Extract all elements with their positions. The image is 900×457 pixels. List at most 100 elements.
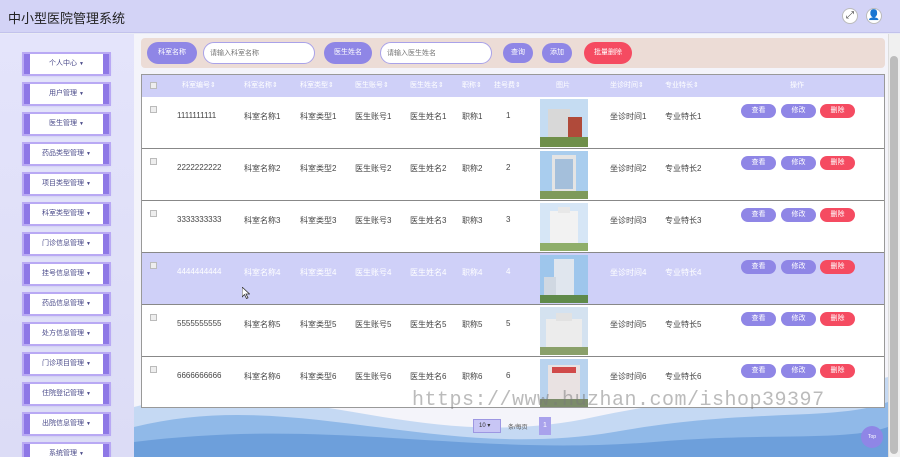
app-title: 中小型医院管理系统 <box>8 11 126 26</box>
user-icon[interactable]: 👤 <box>866 8 882 24</box>
cell-dept-id: 6666666666 <box>177 371 222 380</box>
view-button[interactable]: 查看 <box>741 312 776 326</box>
sidebar-item-prescription-management[interactable]: 处方信息管理 ▼ <box>24 324 109 344</box>
chevron-down-icon: ▼ <box>86 181 91 187</box>
add-button[interactable]: 添加 <box>542 43 572 63</box>
page-size-select[interactable]: 10 ▾ <box>473 419 501 433</box>
column-header[interactable]: 科室名称⇕ <box>244 75 278 97</box>
column-header[interactable]: 专业特长⇕ <box>665 75 699 97</box>
hospital-photo[interactable] <box>540 151 588 199</box>
column-header[interactable]: 科室类型⇕ <box>300 75 334 97</box>
row-checkbox[interactable] <box>150 262 157 269</box>
cell-doctor-account: 医生账号2 <box>355 164 392 173</box>
doctor-name-input[interactable] <box>380 42 492 64</box>
sidebar-item-dept-type-management[interactable]: 科室类型管理 ▼ <box>24 204 109 224</box>
per-page-label: 条/每页 <box>508 425 528 431</box>
table-row[interactable]: 2222222222 科室名称2 科室类型2 医生账号2 医生姓名2 职称2 2… <box>142 149 884 201</box>
view-button[interactable]: 查看 <box>741 260 776 274</box>
cell-time: 坐诊时间6 <box>610 372 647 381</box>
fullscreen-icon[interactable]: ⤢ <box>842 8 858 24</box>
current-page-button[interactable]: 1 <box>539 417 551 435</box>
row-checkbox[interactable] <box>150 106 157 113</box>
dept-name-input[interactable] <box>203 42 315 64</box>
edit-button[interactable]: 修改 <box>781 104 816 118</box>
table-row[interactable]: 5555555555 科室名称5 科室类型5 医生账号5 医生姓名5 职称5 5… <box>142 305 884 357</box>
cell-specialty: 专业特长4 <box>665 268 702 277</box>
cell-time: 坐诊时间5 <box>610 320 647 329</box>
sidebar: 个人中心 ▼ 用户管理 ▼ 医生管理 ▼ 药品类型管理 ▼ 项目类型管理 ▼ 科室类型管理… <box>0 34 134 457</box>
row-checkbox[interactable] <box>150 158 157 165</box>
cell-doctor-name: 医生姓名1 <box>410 112 447 121</box>
row-checkbox[interactable] <box>150 366 157 373</box>
view-button[interactable]: 查看 <box>741 156 776 170</box>
cell-doctor-name: 医生姓名2 <box>410 164 447 173</box>
sidebar-item-user-management[interactable]: 用户管理 ▼ <box>24 84 109 104</box>
edit-button[interactable]: 修改 <box>781 260 816 274</box>
edit-button[interactable]: 修改 <box>781 208 816 222</box>
row-checkbox[interactable] <box>150 314 157 321</box>
sidebar-item-drug-type-management[interactable]: 药品类型管理 ▼ <box>24 144 109 164</box>
delete-button[interactable]: 删除 <box>820 364 855 378</box>
delete-button[interactable]: 删除 <box>820 260 855 274</box>
sidebar-item-registration-management[interactable]: 挂号信息管理 ▼ <box>24 264 109 284</box>
column-header[interactable]: 科室编号⇕ <box>182 75 216 97</box>
table-row[interactable]: 4444444444 科室名称4 科室类型4 医生账号4 医生姓名4 职称4 4… <box>142 253 884 305</box>
delete-button[interactable]: 删除 <box>820 104 855 118</box>
cell-doctor-account: 医生账号6 <box>355 372 392 381</box>
chevron-down-icon: ▼ <box>86 151 91 157</box>
column-header: 操作 <box>790 82 804 89</box>
scrollbar-thumb[interactable] <box>890 56 898 454</box>
chevron-down-icon: ▼ <box>86 271 91 277</box>
column-header[interactable]: 医生姓名⇕ <box>410 75 444 97</box>
sidebar-item-personal-center[interactable]: 个人中心 ▼ <box>24 54 109 74</box>
chevron-down-icon: ▼ <box>86 301 91 307</box>
cell-dept-id: 5555555555 <box>177 319 222 328</box>
hospital-photo[interactable] <box>540 203 588 251</box>
back-to-top-button[interactable]: Top <box>861 426 883 448</box>
edit-button[interactable]: 修改 <box>781 312 816 326</box>
chevron-down-icon: ▼ <box>86 211 91 217</box>
sidebar-item-discharge-management[interactable]: 出院信息管理 ▼ <box>24 414 109 434</box>
cell-fee: 6 <box>506 371 511 380</box>
edit-button[interactable]: 修改 <box>781 364 816 378</box>
view-button[interactable]: 查看 <box>741 364 776 378</box>
sidebar-item-project-type-management[interactable]: 项目类型管理 ▼ <box>24 174 109 194</box>
sidebar-item-outpatient-info-management[interactable]: 门诊信息管理 ▼ <box>24 234 109 254</box>
hospital-photo[interactable] <box>540 255 588 303</box>
cell-specialty: 专业特长3 <box>665 216 702 225</box>
row-checkbox[interactable] <box>150 210 157 217</box>
sidebar-item-drug-info-management[interactable]: 药品信息管理 ▼ <box>24 294 109 314</box>
column-header[interactable]: 医生账号⇕ <box>355 75 389 97</box>
hospital-photo[interactable] <box>540 99 588 147</box>
cell-fee: 4 <box>506 267 511 276</box>
column-header[interactable]: 挂号费⇕ <box>494 75 521 97</box>
sidebar-item-outpatient-project-management[interactable]: 门诊项目管理 ▼ <box>24 354 109 374</box>
delete-button[interactable]: 删除 <box>820 208 855 222</box>
cell-dept-name: 科室名称1 <box>244 112 281 121</box>
cell-dept-name: 科室名称2 <box>244 164 281 173</box>
dept-name-label: 科室名称 <box>147 42 197 64</box>
cell-specialty: 专业特长5 <box>665 320 702 329</box>
select-all-checkbox[interactable] <box>150 82 157 89</box>
cell-doctor-name: 医生姓名3 <box>410 216 447 225</box>
delete-button[interactable]: 删除 <box>820 156 855 170</box>
table-row[interactable]: 1111111111 科室名称1 科室类型1 医生账号1 医生姓名1 职称1 1… <box>142 97 884 149</box>
cell-specialty: 专业特长1 <box>665 112 702 121</box>
sidebar-item-doctor-management[interactable]: 医生管理 ▼ <box>24 114 109 134</box>
table-row[interactable]: 3333333333 科室名称3 科室类型3 医生账号3 医生姓名3 职称3 3… <box>142 201 884 253</box>
cell-fee: 3 <box>506 215 511 224</box>
view-button[interactable]: 查看 <box>741 104 776 118</box>
edit-button[interactable]: 修改 <box>781 156 816 170</box>
view-button[interactable]: 查看 <box>741 208 776 222</box>
column-header[interactable]: 坐诊时间⇕ <box>610 75 644 97</box>
query-button[interactable]: 查询 <box>503 43 533 63</box>
chevron-down-icon: ▼ <box>86 361 91 367</box>
delete-button[interactable]: 删除 <box>820 312 855 326</box>
sidebar-item-admission-management[interactable]: 住院登记管理 ▼ <box>24 384 109 404</box>
cell-dept-type: 科室类型6 <box>300 372 337 381</box>
sidebar-item-system-management[interactable]: 系统管理 ▼ <box>24 444 109 457</box>
hospital-photo[interactable] <box>540 307 588 355</box>
column-header[interactable]: 职称⇕ <box>462 75 482 97</box>
batch-delete-button[interactable]: 批量删除 <box>584 42 632 64</box>
cell-dept-name: 科室名称4 <box>244 268 281 277</box>
